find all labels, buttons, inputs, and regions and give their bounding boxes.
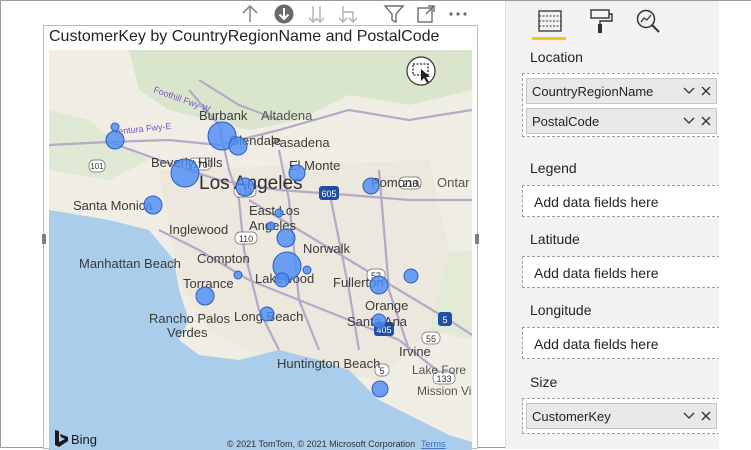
drill-up-icon[interactable] [239, 3, 261, 25]
focus-mode-icon[interactable] [415, 3, 437, 25]
lake-forest-label: Lake Fore [412, 363, 466, 377]
verdes-label: Verdes [167, 325, 208, 340]
data-bubble [274, 208, 284, 218]
santa-monica-label: Santa Monica [73, 198, 153, 213]
east-los-label: East Los [249, 203, 300, 218]
size-well[interactable]: CustomerKey [522, 398, 720, 434]
data-bubble [362, 177, 380, 195]
norwalk-label: Norwalk [303, 241, 350, 256]
filter-icon[interactable] [383, 3, 405, 25]
resize-handle-left[interactable] [42, 234, 46, 244]
latitude-placeholder: Add data fields here [534, 265, 659, 281]
map-canvas[interactable]: 605 5 405 101 170 134 210 110 57 55 5 13… [49, 50, 472, 450]
field-pill-label: CountryRegionName [532, 84, 654, 99]
close-icon[interactable] [699, 113, 713, 129]
svg-text:5: 5 [442, 315, 447, 325]
svg-text:605: 605 [321, 189, 336, 199]
route-55-shield: 55 [421, 331, 441, 345]
data-bubble [170, 158, 200, 188]
more-options-icon[interactable] [447, 3, 469, 25]
svg-text:55: 55 [426, 334, 436, 344]
data-bubble [371, 380, 389, 398]
visual-title: CustomerKey by CountryRegionName and Pos… [49, 28, 440, 45]
irvine-label: Irvine [399, 344, 431, 359]
field-pill-label: CustomerKey [532, 409, 611, 424]
data-bubble [143, 195, 163, 215]
data-bubble [105, 130, 125, 150]
data-bubble [233, 270, 243, 280]
field-pill-label: PostalCode [532, 114, 600, 129]
chevron-down-icon[interactable] [682, 83, 696, 99]
field-pill-postalcode[interactable]: PostalCode [526, 108, 717, 134]
longitude-section-label: Longitude [530, 302, 592, 318]
interstate-5-shield: 5 [438, 312, 452, 326]
field-pill-countryregionname[interactable]: CountryRegionName [526, 78, 717, 104]
huntington-beach-label: Huntington Beach [277, 356, 380, 371]
data-bubble [288, 164, 306, 182]
svg-text:101: 101 [90, 162, 104, 171]
chevron-down-icon[interactable] [682, 408, 696, 424]
data-bubble [266, 221, 276, 231]
compton-label: Compton [197, 251, 250, 266]
drill-down-icon[interactable] [273, 3, 295, 25]
legend-well[interactable]: Add data fields here [522, 185, 720, 217]
manhattan-beach-label: Manhattan Beach [79, 256, 181, 271]
resize-handle-right[interactable] [475, 234, 479, 244]
active-tab-indicator [532, 37, 566, 40]
location-section-label: Location [530, 49, 583, 65]
panel-scroll-gutter [719, 1, 751, 449]
visual-header-toolbar [237, 3, 477, 27]
expand-next-level-icon[interactable] [337, 3, 359, 25]
format-paint-icon[interactable] [586, 7, 614, 35]
field-pill-customerkey[interactable]: CustomerKey [526, 403, 717, 429]
bing-label: Bing [71, 432, 97, 447]
data-bubble [302, 265, 312, 275]
window-frame: CustomerKey by CountryRegionName and Pos… [0, 0, 751, 450]
svg-text:110: 110 [239, 234, 253, 244]
latitude-section-label: Latitude [530, 231, 580, 247]
data-bubble [195, 286, 215, 306]
legend-placeholder: Add data fields here [534, 194, 659, 210]
map-select-button [406, 56, 436, 86]
close-icon[interactable] [699, 408, 713, 424]
location-well[interactable]: CountryRegionName PostalCode [522, 73, 720, 137]
data-bubble [274, 272, 290, 288]
data-bubble [403, 268, 419, 284]
expand-all-down-icon[interactable] [305, 3, 327, 25]
longitude-well[interactable]: Add data fields here [522, 327, 720, 359]
interstate-605-shield: 605 [319, 186, 339, 200]
burbank-label: Burbank [199, 108, 248, 123]
pasadena-label: Pasadena [271, 135, 330, 150]
route-110-shield: 110 [234, 231, 258, 245]
route-101-shield: 101 [88, 159, 106, 173]
data-bubble [110, 122, 120, 132]
orange-label: Orange [365, 298, 408, 313]
data-bubble [369, 275, 389, 295]
map-visual[interactable]: CustomerKey by CountryRegionName and Pos… [43, 25, 478, 450]
data-bubble [371, 313, 387, 329]
size-section-label: Size [530, 374, 558, 390]
ontario-label: Ontar [437, 175, 470, 190]
rancho-palos-label: Rancho Palos [149, 311, 230, 326]
close-icon[interactable] [699, 83, 713, 99]
data-bubble [276, 228, 296, 248]
visualizations-panel: Location CountryRegionName PostalCode Le… [505, 1, 720, 449]
data-bubble [228, 136, 248, 156]
analytics-icon[interactable] [634, 7, 662, 35]
latitude-well[interactable]: Add data fields here [522, 256, 720, 288]
chevron-down-icon[interactable] [682, 113, 696, 129]
inglewood-label: Inglewood [169, 222, 228, 237]
longitude-placeholder: Add data fields here [534, 336, 659, 352]
data-bubble [235, 177, 255, 197]
altadena-label: Altadena [261, 108, 313, 123]
fields-icon[interactable] [536, 7, 564, 35]
legend-section-label: Legend [530, 160, 577, 176]
mission-viejo-label: Mission Vi [417, 384, 471, 398]
data-bubble [259, 306, 275, 322]
panel-tabs [506, 1, 720, 41]
